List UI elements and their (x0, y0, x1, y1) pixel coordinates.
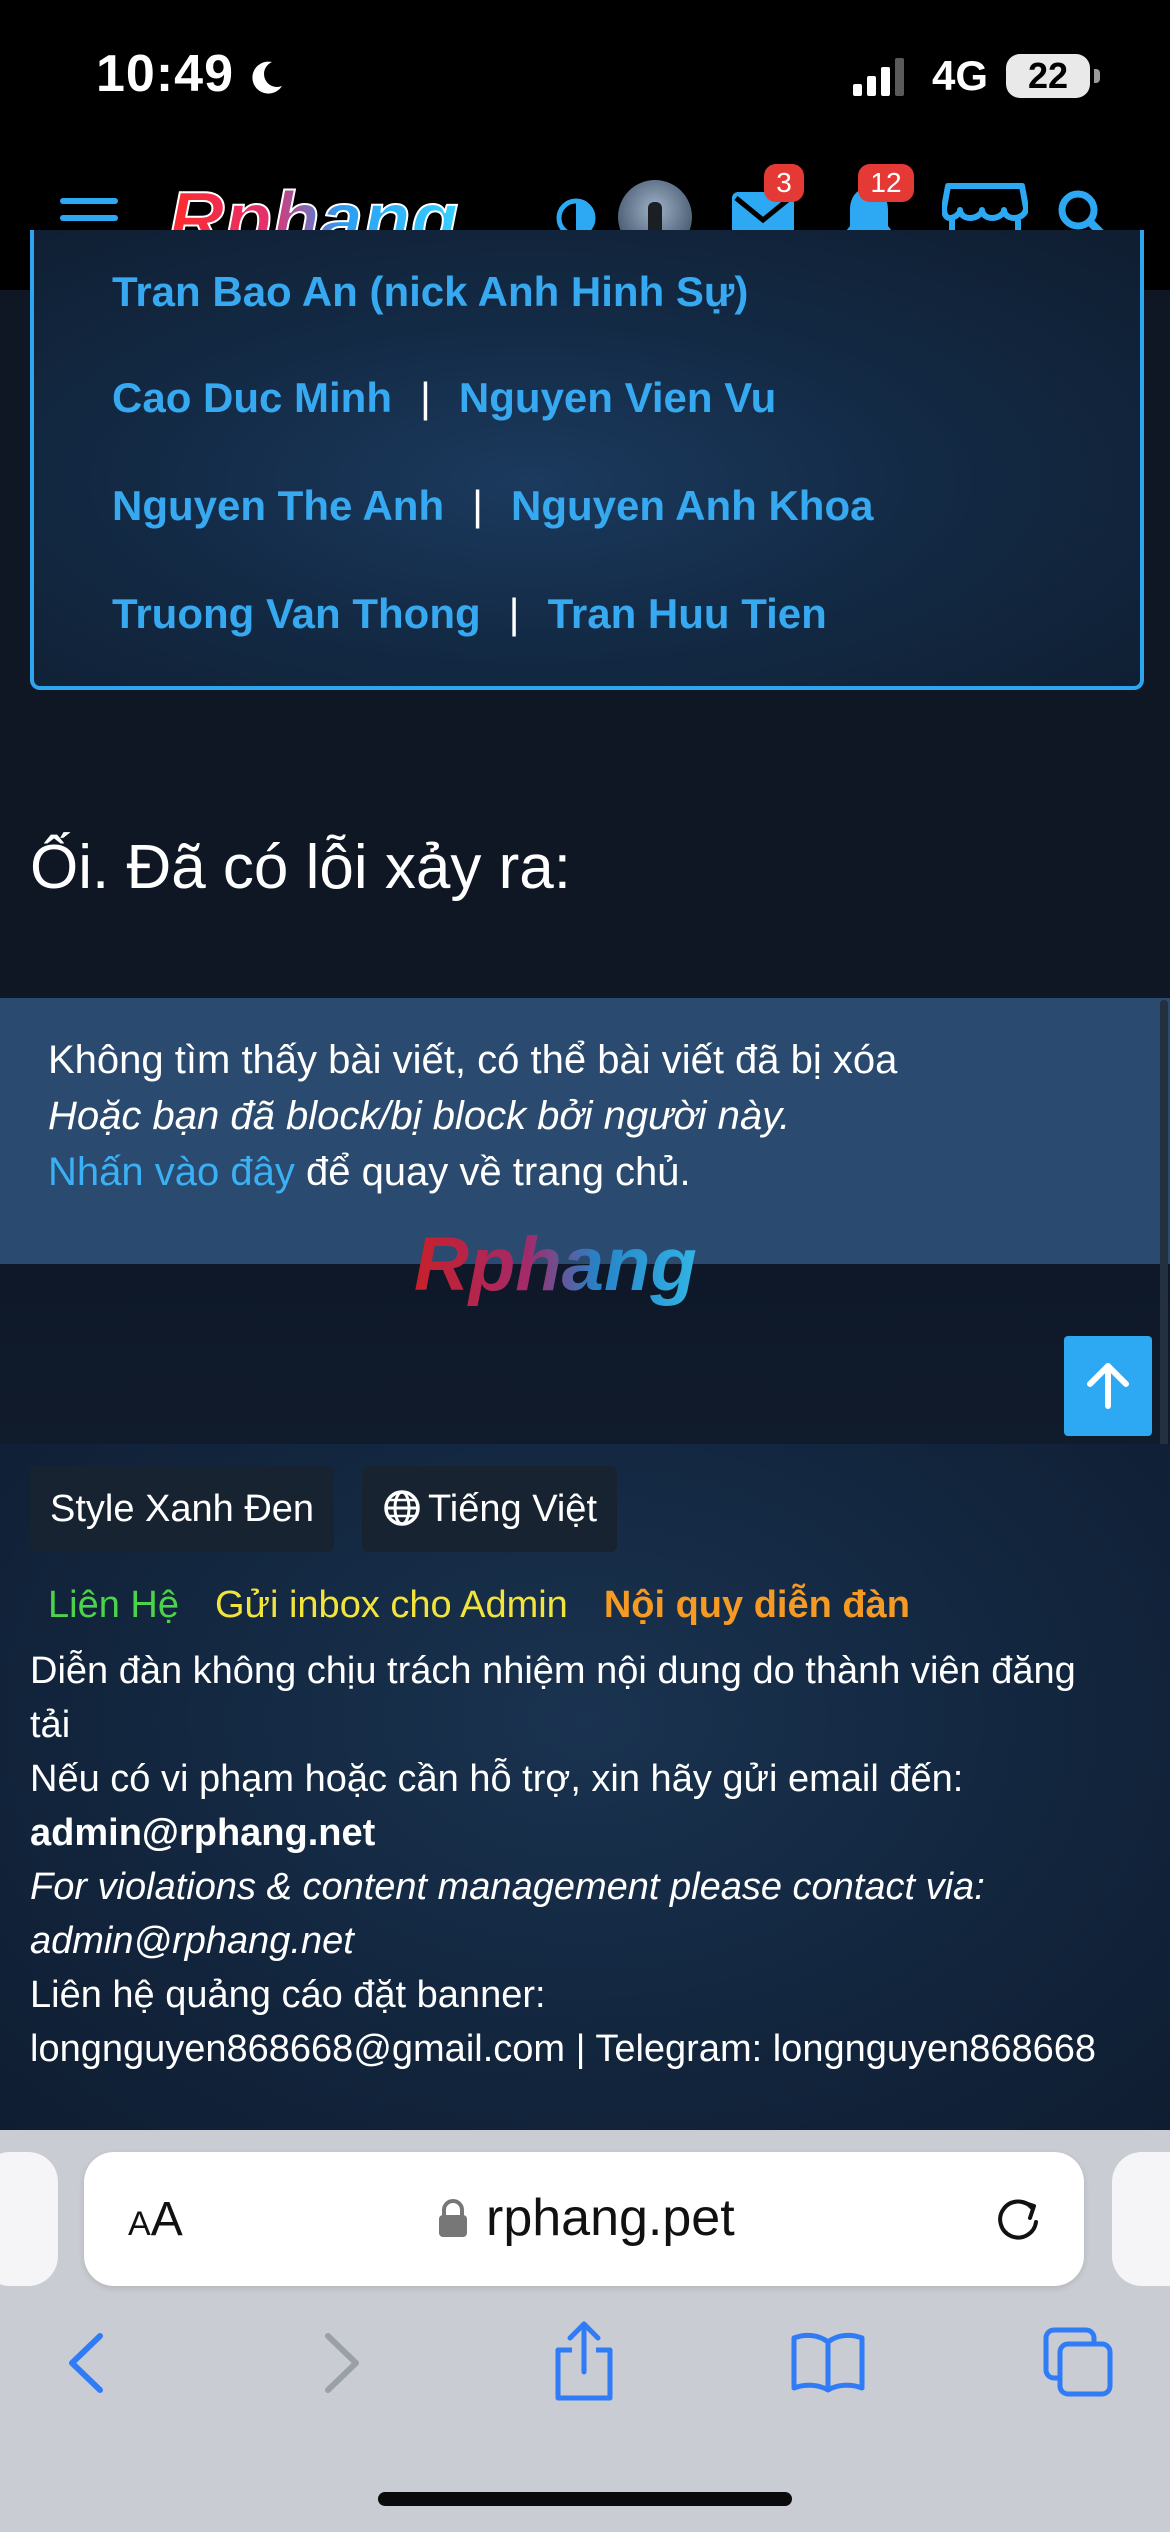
ads-label: Liên hệ quảng cáo đặt banner: (30, 1974, 546, 2016)
error-block-message: Hoặc bạn đã block/bị block bởi người này… (48, 1094, 791, 1138)
site-footer: Style Xanh Đen Tiếng Việt Liên Hệ Gửi inb… (0, 1444, 1170, 2130)
names-row-3: Nguyen The Anh | Nguyen Anh Khoa (112, 482, 873, 530)
name-link[interactable]: Nguyen Vien Vu (459, 374, 776, 421)
tabs-icon[interactable] (1042, 2326, 1114, 2398)
url-domain: rphang.pet (486, 2189, 735, 2247)
forum-rules-link[interactable]: Nội quy diễn đàn (604, 1584, 910, 1626)
name-separator: | (508, 590, 520, 637)
cellular-signal-icon (853, 58, 904, 96)
inbox-admin-link[interactable]: Gửi inbox cho Admin (215, 1584, 568, 1626)
admin-email-en: admin@rphang.net (30, 1920, 354, 1962)
messages-badge: 3 (764, 164, 804, 202)
forward-icon[interactable] (318, 2330, 364, 2396)
error-message: Không tìm thấy bài viết, có thể bài viết… (48, 1038, 898, 1082)
back-icon[interactable] (64, 2330, 110, 2396)
error-home-line: Nhấn vào đây để quay về trang chủ. (48, 1150, 691, 1195)
bookmarks-icon[interactable] (790, 2330, 866, 2394)
ads-contact: longnguyen868668@gmail.com | Telegram: l… (30, 2028, 1097, 2070)
aa-large: A (150, 2193, 183, 2246)
violations-line-en: For violations & content management plea… (30, 1866, 985, 1908)
home-line-text: để quay về trang chủ. (294, 1150, 691, 1194)
name-link[interactable]: Tran Huu Tien (548, 590, 827, 637)
error-title: Ối. Đã có lỗi xảy ra: (30, 833, 571, 902)
contact-link[interactable]: Liên Hệ (48, 1584, 179, 1626)
status-bar: 10:49 4G 22 (0, 0, 1170, 150)
disclaimer-line-2: tải (30, 1704, 71, 1746)
language-chooser-button[interactable]: Tiếng Việt (362, 1466, 617, 1552)
status-time: 10:49 (96, 45, 234, 103)
aa-small: A (128, 2205, 151, 2243)
reader-options-button[interactable]: AA (128, 2192, 183, 2247)
reload-icon[interactable] (992, 2194, 1044, 2246)
address-bar[interactable]: AA rphang.pet (84, 2152, 1084, 2286)
footer-links: Liên Hệ Gửi inbox cho Admin Nội quy diễn đ… (48, 1584, 946, 1627)
language-label: Tiếng Việt (428, 1488, 597, 1530)
share-icon[interactable] (552, 2320, 616, 2402)
notifications-badge: 12 (858, 164, 914, 202)
names-row-4: Truong Van Thong | Tran Huu Tien (112, 590, 827, 638)
home-link[interactable]: Nhấn vào đây (48, 1150, 295, 1194)
name-link[interactable]: Truong Van Thong (112, 590, 481, 637)
svg-text:Rphang: Rphang (414, 1222, 697, 1307)
name-link[interactable]: Nguyen The Anh (112, 482, 444, 529)
page-content: Tran Bao An (nick Anh Hinh Sự) Cao Duc M… (0, 230, 1170, 2130)
names-box: Tran Bao An (nick Anh Hinh Sự) Cao Duc M… (30, 230, 1144, 690)
globe-icon (384, 1490, 420, 1526)
moon-icon (252, 61, 282, 94)
lock-icon (439, 2199, 467, 2237)
battery-tip (1094, 69, 1100, 83)
style-chooser-label: Style Xanh Đen (50, 1488, 315, 1530)
admin-email: admin@rphang.net (30, 1812, 376, 1854)
name-link[interactable]: Cao Duc Minh (112, 374, 392, 421)
network-type: 4G (932, 52, 989, 99)
home-indicator (378, 2492, 792, 2506)
arrow-up-icon (1087, 1363, 1129, 1409)
name-link[interactable]: Tran Bao An (nick Anh Hinh Sự) (112, 268, 748, 315)
browser-toolbar: AA rphang.pet (0, 2130, 1170, 2532)
logo-watermark: Rphang (414, 1222, 697, 1307)
previous-tab-peek[interactable] (0, 2152, 58, 2286)
name-link[interactable]: Nguyen Anh Khoa (511, 482, 873, 529)
support-line: Nếu có vi phạm hoặc cần hỗ trợ, xin hãy … (30, 1758, 964, 1800)
next-tab-peek[interactable] (1112, 2152, 1170, 2286)
names-row-2: Cao Duc Minh | Nguyen Vien Vu (112, 374, 776, 422)
name-separator: | (472, 482, 484, 529)
disclaimer-line-1: Diễn đàn không chịu trách nhiệm nội dung… (30, 1650, 1076, 1692)
names-row-1: Tran Bao An (nick Anh Hinh Sự) (112, 268, 748, 316)
name-separator: | (420, 374, 431, 421)
battery-level: 22 (1006, 54, 1090, 98)
scroll-top-button[interactable] (1064, 1336, 1152, 1436)
style-chooser-button[interactable]: Style Xanh Đen (30, 1466, 335, 1552)
